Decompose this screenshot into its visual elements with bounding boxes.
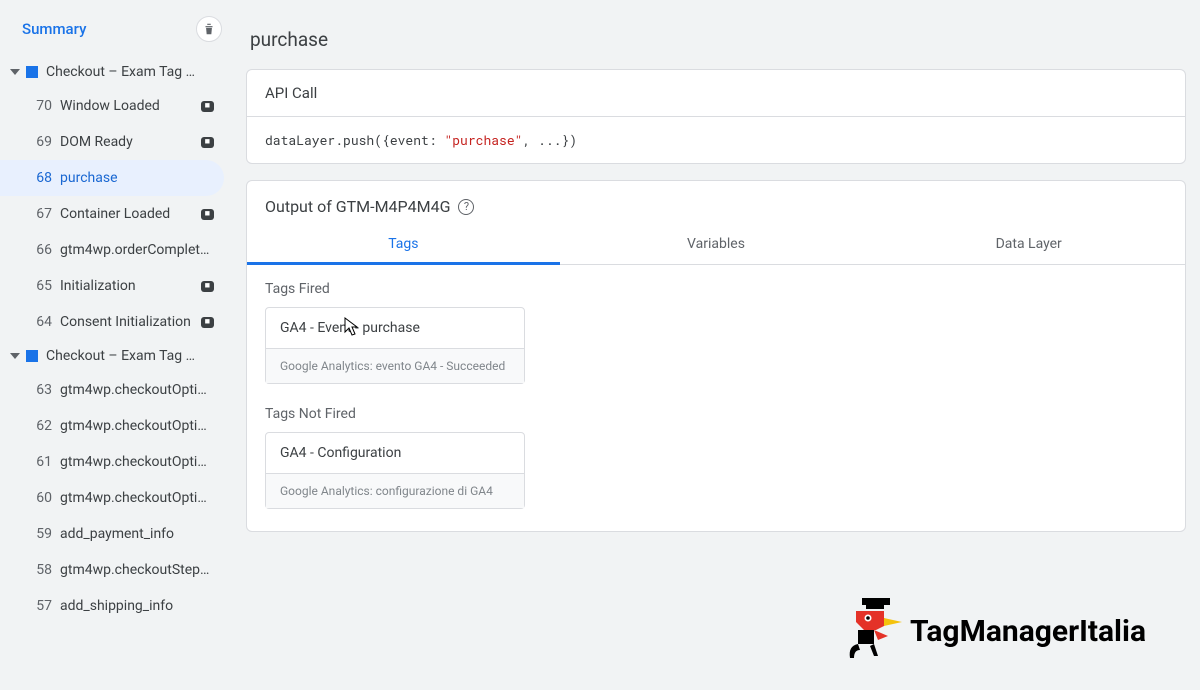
group-label: Checkout – Exam Tag …	[46, 64, 224, 80]
woodpecker-icon	[844, 596, 904, 666]
event-row[interactable]: 67Container Loaded■	[0, 196, 224, 232]
event-row[interactable]: 57add_shipping_info	[0, 588, 224, 624]
message-chip-icon: ■	[201, 281, 214, 292]
tag-not-fired-card[interactable]: GA4 - Configuration Google Analytics: co…	[265, 432, 525, 509]
tag-fired-card[interactable]: GA4 - Event - purchase Google Analytics:…	[265, 307, 525, 384]
group-label: Checkout – Exam Tag …	[46, 348, 224, 364]
help-icon[interactable]: ?	[458, 199, 474, 215]
tags-not-fired-label: Tags Not Fired	[265, 406, 1167, 422]
event-group[interactable]: Checkout – Exam Tag …	[0, 340, 232, 372]
summary-link[interactable]: Summary	[22, 20, 86, 38]
event-row[interactable]: 70Window Loaded■	[0, 88, 224, 124]
page-indicator-icon	[26, 66, 38, 78]
event-group[interactable]: Checkout – Exam Tag …	[0, 56, 232, 88]
message-chip-icon: ■	[201, 317, 214, 328]
event-row[interactable]: 66gtm4wp.orderComplete…	[0, 232, 224, 268]
message-chip-icon: ■	[201, 101, 214, 112]
brand-text: TagManagerItalia	[910, 614, 1146, 649]
main-panel: purchase API Call dataLayer.push({event:…	[232, 0, 1200, 690]
api-call-code: dataLayer.push({event: "purchase", ...})	[247, 117, 1185, 163]
tag-detail: Google Analytics: evento GA4 - Succeeded	[266, 348, 524, 383]
page-indicator-icon	[26, 350, 38, 362]
tag-name: GA4 - Configuration	[266, 433, 524, 473]
output-card: Output of GTM-M4P4M4G ? Tags Variables D…	[246, 180, 1186, 532]
event-row-selected[interactable]: 68purchase	[0, 160, 224, 196]
event-row[interactable]: 61gtm4wp.checkoutOptio…	[0, 444, 224, 480]
message-chip-icon: ■	[201, 137, 214, 148]
clear-events-icon[interactable]	[196, 16, 222, 42]
event-row[interactable]: 64Consent Initialization■	[0, 304, 224, 340]
event-row[interactable]: 69DOM Ready■	[0, 124, 224, 160]
api-call-heading: API Call	[265, 84, 1167, 102]
event-row[interactable]: 60gtm4wp.checkoutOptio…	[0, 480, 224, 516]
caret-down-icon	[10, 353, 20, 359]
page-title: purchase	[250, 28, 1186, 51]
tag-name: GA4 - Event - purchase	[266, 308, 524, 348]
api-call-card: API Call dataLayer.push({event: "purchas…	[246, 69, 1186, 164]
tab-tags[interactable]: Tags	[247, 224, 560, 264]
output-heading: Output of GTM-M4P4M4G	[265, 197, 450, 216]
event-row[interactable]: 63gtm4wp.checkoutOptio…	[0, 372, 224, 408]
caret-down-icon	[10, 69, 20, 75]
event-row[interactable]: 58gtm4wp.checkoutStepE…	[0, 552, 224, 588]
event-row[interactable]: 62gtm4wp.checkoutOptio…	[0, 408, 224, 444]
output-tabs: Tags Variables Data Layer	[247, 224, 1185, 265]
tab-datalayer[interactable]: Data Layer	[872, 224, 1185, 264]
tab-variables[interactable]: Variables	[560, 224, 873, 264]
tags-fired-label: Tags Fired	[265, 281, 1167, 297]
message-chip-icon: ■	[201, 209, 214, 220]
tag-detail: Google Analytics: configurazione di GA4	[266, 473, 524, 508]
event-row[interactable]: 65Initialization■	[0, 268, 224, 304]
event-row[interactable]: 59add_payment_info	[0, 516, 224, 552]
sidebar: Summary Checkout – Exam Tag … 70Window L…	[0, 0, 232, 690]
brand-logo: TagManagerItalia	[844, 596, 1146, 666]
